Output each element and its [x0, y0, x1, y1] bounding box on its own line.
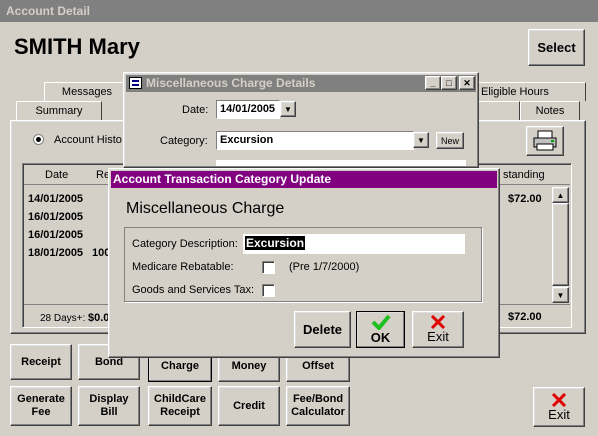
tab-summary[interactable]: Summary — [16, 101, 102, 120]
row-amount: $72.00 — [508, 193, 542, 205]
gst-checkbox[interactable] — [262, 284, 275, 297]
main-exit-label: Exit — [548, 406, 570, 422]
description-value: Excursion — [245, 236, 306, 250]
misc-category-field[interactable]: Excursion — [216, 131, 414, 150]
credit-button[interactable]: Credit — [218, 386, 280, 426]
footer-days-amount: $0.0 — [88, 312, 110, 324]
dialog-app-icon — [129, 77, 142, 89]
ok-label: OK — [370, 330, 391, 345]
client-name: SMITH Mary — [14, 34, 140, 59]
main-title: Account Detail — [6, 4, 91, 18]
description-field[interactable]: Excursion — [243, 234, 465, 254]
misc-dialog-titlebar: Miscellaneous Charge Details — [126, 75, 476, 92]
radio-icon[interactable] — [33, 134, 44, 145]
main-title-bar: Account Detail — [0, 0, 598, 22]
medicare-label: Medicare Rebatable: — [132, 261, 234, 273]
misc-date-label: Date: — [182, 104, 209, 116]
account-history-label: Account Histo — [54, 134, 122, 146]
receipt-button[interactable]: Receipt — [10, 344, 72, 380]
category-dialog-heading: Miscellaneous Charge — [126, 200, 285, 217]
exit-x-icon — [430, 315, 446, 329]
table-row[interactable]: 16/01/2005 — [28, 229, 83, 241]
scroll-up-button[interactable]: ▲ — [552, 187, 569, 203]
scroll-down-button[interactable]: ▼ — [552, 287, 569, 303]
category-dropdown-button[interactable]: ▼ — [413, 132, 429, 148]
main-exit-button[interactable]: Exit — [533, 387, 585, 427]
category-dialog-titlebar: Account Transaction Category Update — [111, 171, 497, 188]
tab-blank[interactable] — [476, 101, 520, 120]
exit-x-icon — [551, 392, 567, 407]
minimize-icon[interactable]: _ — [425, 76, 441, 90]
medicare-note: (Pre 1/7/2000) — [289, 261, 360, 273]
misc-dialog-title: Miscellaneous Charge Details — [146, 76, 316, 90]
dialog-exit-button[interactable]: Exit — [412, 311, 464, 348]
fee-bond-calculator-button[interactable]: Fee/Bond Calculator — [286, 386, 350, 426]
childcare-receipt-button[interactable]: ChildCare Receipt — [148, 386, 212, 426]
ok-check-icon — [371, 314, 391, 330]
tab-notes[interactable]: Notes — [520, 101, 580, 120]
close-icon[interactable]: ✕ — [459, 76, 475, 90]
misc-date-field[interactable]: 14/01/2005 — [216, 100, 280, 119]
footer-days-label: 28 Days+: — [40, 313, 86, 324]
medicare-checkbox[interactable] — [262, 261, 275, 274]
col-outstanding-header: standing — [503, 169, 545, 181]
table-row[interactable]: 18/01/2005 — [28, 247, 83, 259]
print-button[interactable] — [526, 126, 564, 156]
delete-button[interactable]: Delete — [294, 311, 351, 348]
select-button[interactable]: Select — [528, 29, 585, 66]
ok-button[interactable]: OK — [356, 311, 405, 348]
total-outstanding: $72.00 — [508, 311, 542, 323]
gst-label: Goods and Services Tax: — [132, 284, 255, 296]
dialog-exit-label: Exit — [427, 329, 449, 344]
tab-messages[interactable]: Messages — [44, 82, 130, 101]
category-dialog-title: Account Transaction Category Update — [113, 172, 332, 186]
printer-icon — [533, 130, 557, 151]
table-row[interactable]: 16/01/2005 — [28, 211, 83, 223]
tab-eligible-hours[interactable]: Eligible Hours — [476, 82, 586, 101]
description-label: Category Description: — [132, 238, 238, 250]
misc-category-label: Category: — [160, 135, 208, 147]
misc-field-partial — [216, 160, 466, 166]
scroll-thumb[interactable] — [552, 203, 569, 286]
generate-fee-button[interactable]: Generate Fee — [10, 386, 72, 426]
date-dropdown-button[interactable]: ▼ — [280, 101, 296, 117]
maximize-icon[interactable]: □ — [441, 76, 457, 90]
display-bill-button[interactable]: Display Bill — [78, 386, 140, 426]
col-date-header: Date — [45, 169, 69, 181]
table-row[interactable]: 14/01/2005 — [28, 193, 83, 205]
new-category-button[interactable]: New — [436, 132, 464, 149]
